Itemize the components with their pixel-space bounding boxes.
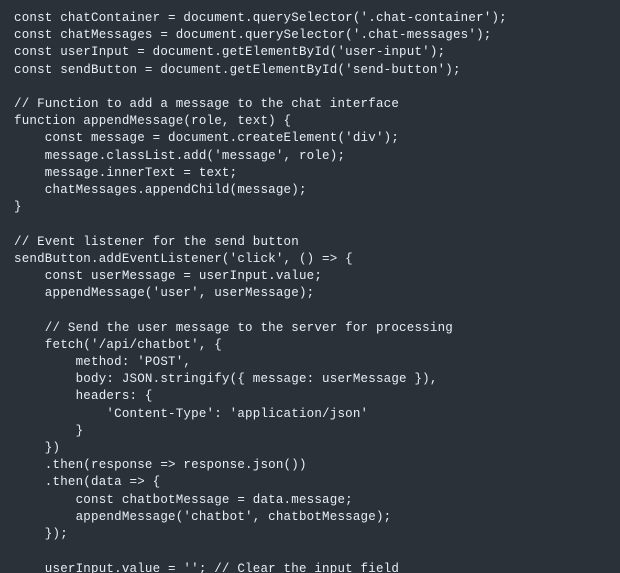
code-block: const chatContainer = document.querySele… <box>0 0 620 573</box>
